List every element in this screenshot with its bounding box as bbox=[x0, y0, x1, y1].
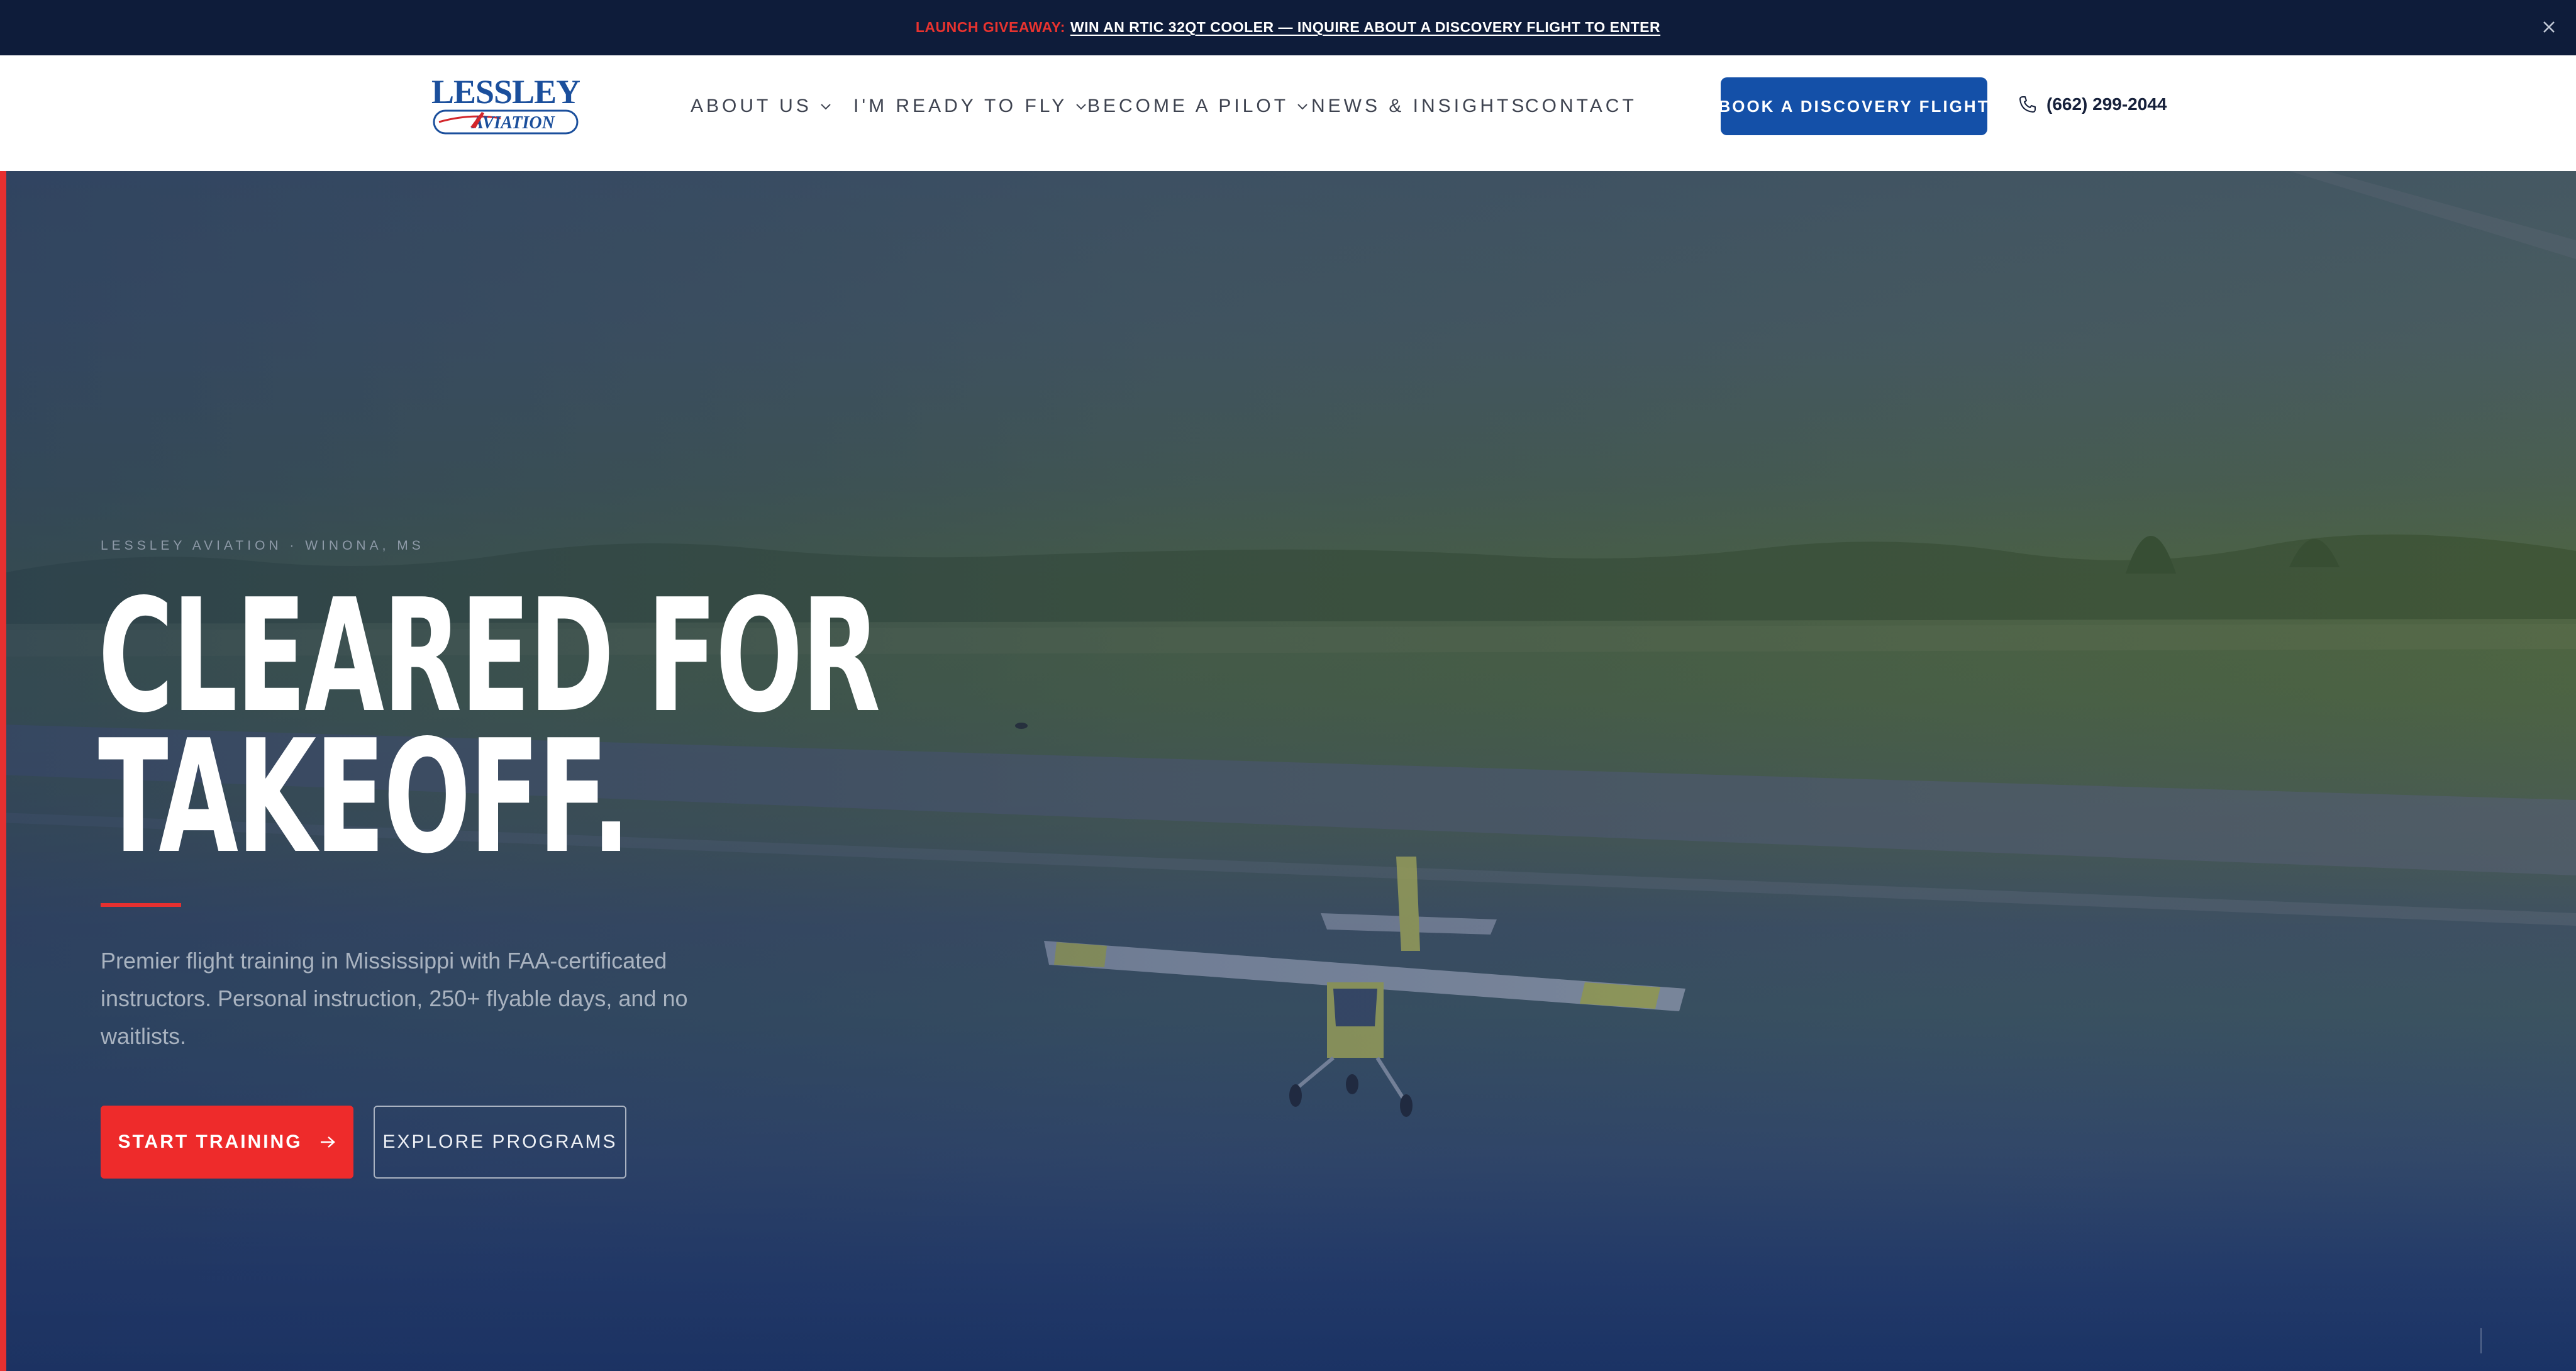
nav-about-us-label: ABOUT US bbox=[691, 96, 812, 116]
nav-contact[interactable]: CONTACT bbox=[1525, 96, 1637, 117]
svg-text:AVIATION: AVIATION bbox=[470, 113, 556, 133]
nav-become-a-pilot-label: BECOME A PILOT bbox=[1087, 96, 1289, 116]
nav-news-insights[interactable]: NEWS & INSIGHTS bbox=[1311, 96, 1527, 117]
announcement-bar: LAUNCH GIVEAWAY: WIN AN RTIC 32QT COOLER … bbox=[0, 0, 2576, 55]
nav-become-a-pilot[interactable]: BECOME A PILOT bbox=[1087, 96, 1309, 117]
hero-headline-line1: CLEARED FOR bbox=[98, 566, 880, 747]
chevron-down-icon bbox=[1076, 104, 1086, 110]
site-header: LESSLEY AVIATION ABOUT US I'M READY TO F… bbox=[0, 55, 2576, 171]
announcement-link[interactable]: WIN AN RTIC 32QT COOLER — INQUIRE ABOUT … bbox=[1070, 19, 1660, 35]
hero-subtext: Premier flight training in Mississippi w… bbox=[101, 948, 688, 1049]
close-icon[interactable] bbox=[2538, 16, 2560, 38]
logo[interactable]: LESSLEY AVIATION bbox=[431, 74, 580, 137]
hero-headline: CLEARED FOR TAKEOFF. bbox=[98, 566, 880, 888]
nav-ready-to-fly-label: I'M READY TO FLY bbox=[853, 96, 1068, 116]
arrow-right-icon bbox=[320, 1136, 335, 1148]
book-discovery-flight-button[interactable]: BOOK A DISCOVERY FLIGHT bbox=[1718, 77, 1988, 135]
start-training-label: START TRAINING bbox=[118, 1131, 303, 1152]
phone-link[interactable]: (662) 299-2044 bbox=[2018, 94, 2167, 114]
explore-programs-button[interactable]: EXPLORE PROGRAMS bbox=[374, 1106, 626, 1179]
phone-icon bbox=[2019, 96, 2036, 113]
scroll-indicator bbox=[2480, 1328, 2482, 1353]
nav-about-us[interactable]: ABOUT US bbox=[691, 96, 832, 117]
svg-text:LESSLEY: LESSLEY bbox=[431, 74, 580, 111]
announcement-text: LAUNCH GIVEAWAY: WIN AN RTIC 32QT COOLER … bbox=[0, 19, 2576, 36]
start-training-button[interactable]: START TRAINING bbox=[101, 1106, 353, 1179]
hero-eyebrow: LESSLEY AVIATION · WINONA, MS bbox=[101, 538, 425, 553]
hero-accent-bar bbox=[0, 171, 6, 1371]
chevron-down-icon bbox=[1297, 104, 1307, 110]
announcement-label: LAUNCH GIVEAWAY: bbox=[915, 19, 1065, 35]
chevron-down-icon bbox=[821, 104, 831, 110]
nav-news-insights-label: NEWS & INSIGHTS bbox=[1311, 96, 1528, 116]
hero-section: LESSLEY AVIATION · WINONA, MS CLEARED FO… bbox=[0, 171, 2576, 1371]
nav-contact-label: CONTACT bbox=[1525, 96, 1637, 116]
hero-headline-line2: TAKEOFF. bbox=[98, 707, 631, 888]
phone-number: (662) 299-2044 bbox=[2046, 94, 2167, 114]
nav-ready-to-fly[interactable]: I'M READY TO FLY bbox=[853, 96, 1087, 117]
headline-divider bbox=[101, 903, 181, 907]
